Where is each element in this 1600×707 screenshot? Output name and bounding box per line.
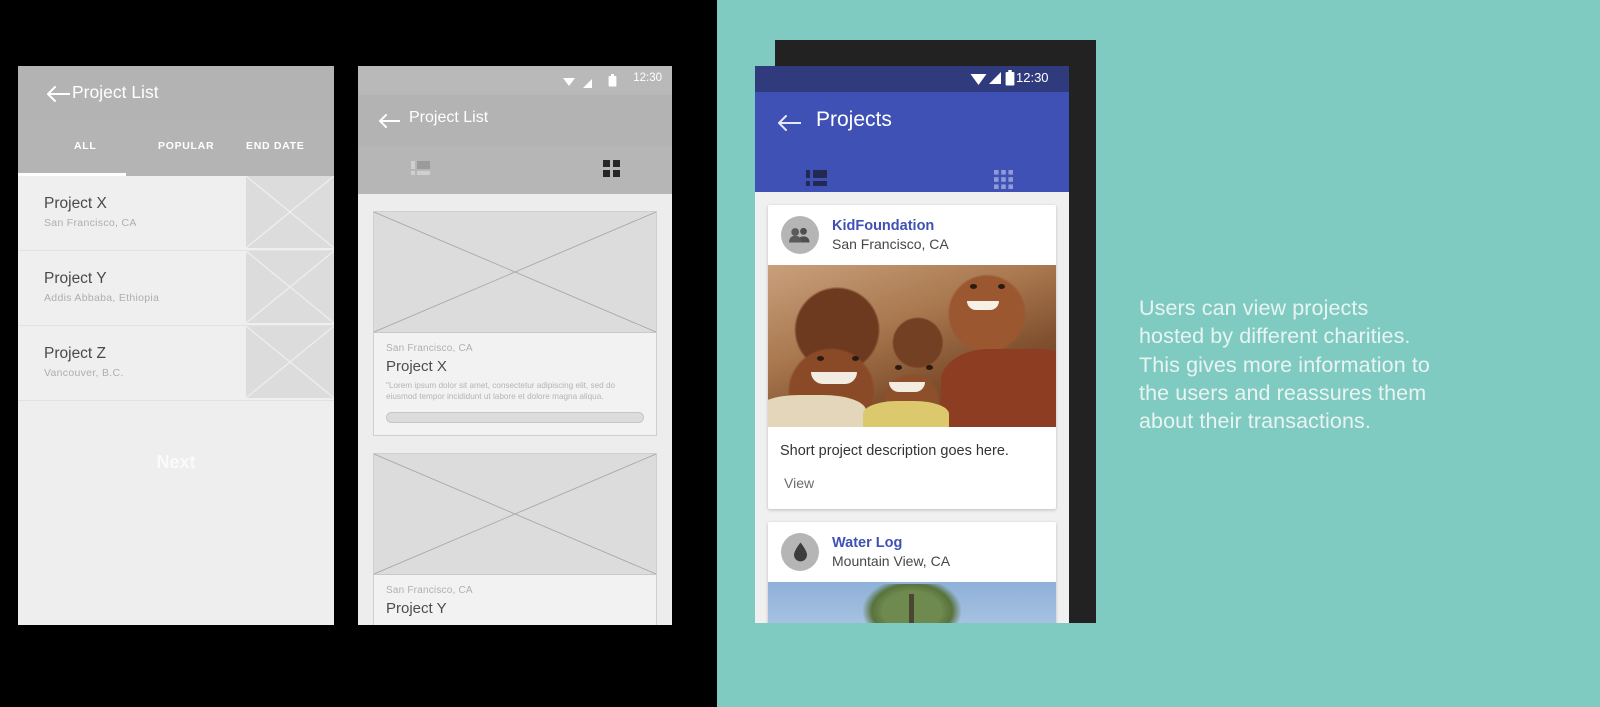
list-view-icon[interactable] (806, 170, 827, 193)
arrow-left-icon[interactable] (46, 85, 72, 103)
photo-shape (894, 365, 902, 371)
organization-location: San Francisco, CA (832, 235, 949, 252)
list-item[interactable]: Project Y Addis Abbaba, Ethiopia (18, 251, 334, 326)
grid-view-icon[interactable] (994, 170, 1013, 194)
organization-name[interactable]: KidFoundation (832, 218, 949, 235)
photo-shape (998, 284, 1006, 290)
project-name: Project X (44, 195, 107, 212)
project-card[interactable]: San Francisco, CA Project X "Lorem ipsum… (373, 211, 657, 436)
view-button[interactable]: View (768, 459, 1056, 509)
photo-shape (969, 284, 977, 290)
project-location: San Francisco, CA (386, 343, 473, 354)
page-title: Project List (409, 109, 489, 126)
list-item[interactable]: Project Z Vancouver, B.C. (18, 326, 334, 401)
stage: Users can view projects hosted by differ… (0, 0, 1600, 707)
next-button[interactable]: Next (18, 452, 334, 473)
projects-screen: 12:30 Projects KidFoundation San Francis… (755, 66, 1069, 623)
project-name: Project Z (44, 345, 107, 362)
page-title: Projects (816, 108, 892, 131)
children-smiling-photo (768, 265, 1056, 427)
tab-end-date[interactable]: END DATE (246, 140, 305, 152)
photo-shape (940, 349, 1056, 427)
project-card[interactable]: San Francisco, CA Project Y (373, 453, 657, 625)
image-placeholder-icon (374, 454, 656, 575)
card-body: San Francisco, CA Project X "Lorem ipsum… (374, 333, 656, 435)
photo-shape (909, 594, 915, 623)
organization-name[interactable]: Water Log (832, 535, 950, 552)
photo-shape (768, 394, 866, 427)
project-description: Short project description goes here. (780, 443, 1009, 459)
status-time: 12:30 (1016, 70, 1049, 85)
signal-icon (988, 72, 1002, 90)
caption-line-5: about their transactions. (1139, 409, 1371, 434)
button-placeholder[interactable] (386, 412, 644, 423)
project-name: Project Y (44, 270, 107, 287)
tab-bar: ALL POPULAR END DATE (18, 121, 334, 176)
view-toggle-toolbar (358, 146, 672, 194)
photo-shape (851, 355, 859, 361)
grid-view-icon[interactable] (603, 160, 620, 182)
caption-line-4: the users and reassures them (1139, 380, 1427, 405)
photo-shape (888, 381, 925, 392)
caption-line-2: hosted by different charities. (1139, 324, 1411, 349)
photo-content (768, 265, 1056, 427)
photo-shape (966, 300, 999, 310)
arrow-left-icon[interactable] (378, 113, 402, 129)
signal-icon (582, 76, 593, 94)
wifi-icon (562, 74, 576, 92)
status-bar: 12:30 (755, 66, 1069, 92)
tab-all[interactable]: ALL (74, 140, 97, 152)
page-title: Project List (72, 82, 159, 102)
project-name: Project Y (386, 600, 447, 617)
water-drop-icon (781, 533, 819, 571)
status-bar: 12:30 (358, 66, 672, 95)
photo-shape (863, 401, 950, 427)
photo-shape (926, 365, 934, 371)
project-location: San Francisco, CA (44, 217, 137, 229)
people-group-icon (781, 216, 819, 254)
card-header-text: Water Log Mountain View, CA (832, 535, 950, 570)
photo-shape (811, 371, 858, 384)
project-description: "Lorem ipsum dolor sit amet, consectetur… (386, 381, 616, 401)
wireframe-project-list-screen: Project List ALL POPULAR END DATE Projec… (18, 66, 334, 625)
image-placeholder-icon (246, 176, 334, 248)
tab-popular[interactable]: POPULAR (158, 140, 214, 152)
organization-location: Mountain View, CA (832, 552, 951, 569)
project-name: Project X (386, 358, 447, 375)
list-item[interactable]: Project X San Francisco, CA (18, 176, 334, 251)
arrow-left-icon[interactable] (777, 114, 803, 132)
project-card[interactable]: KidFoundation San Francisco, CA Short pr… (768, 205, 1056, 509)
photo-shape (816, 355, 824, 361)
app-bar: Project List (358, 95, 672, 146)
card-header: KidFoundation San Francisco, CA (768, 205, 1056, 265)
wireframe-project-cards-screen: 12:30 Project List San Francisco, CA Pro… (358, 66, 672, 625)
image-placeholder-icon (246, 251, 334, 323)
status-time: 12:30 (633, 72, 662, 84)
battery-icon (608, 74, 617, 92)
caption-text: Users can view projects hosted by differ… (1139, 294, 1539, 435)
list-view-icon[interactable] (411, 161, 430, 183)
app-bar: Projects (755, 92, 1069, 192)
card-header-text: KidFoundation San Francisco, CA (832, 218, 949, 253)
project-location: San Francisco, CA (386, 585, 473, 596)
image-placeholder-icon (374, 212, 656, 333)
caption-line-3: This gives more information to (1139, 352, 1430, 377)
card-header: Water Log Mountain View, CA (768, 522, 1056, 582)
project-card[interactable]: Water Log Mountain View, CA (768, 522, 1056, 623)
image-placeholder-icon (246, 326, 334, 398)
card-body: San Francisco, CA Project Y (374, 575, 656, 625)
tree-sky-photo (768, 582, 1056, 623)
photo-content (768, 582, 1056, 623)
battery-icon (1005, 70, 1015, 91)
project-location: Vancouver, B.C. (44, 367, 124, 379)
project-location: Addis Abbaba, Ethiopia (44, 292, 160, 304)
app-bar: Project List (18, 66, 334, 121)
wifi-icon (970, 71, 987, 91)
caption-line-1: Users can view projects (1139, 296, 1369, 320)
